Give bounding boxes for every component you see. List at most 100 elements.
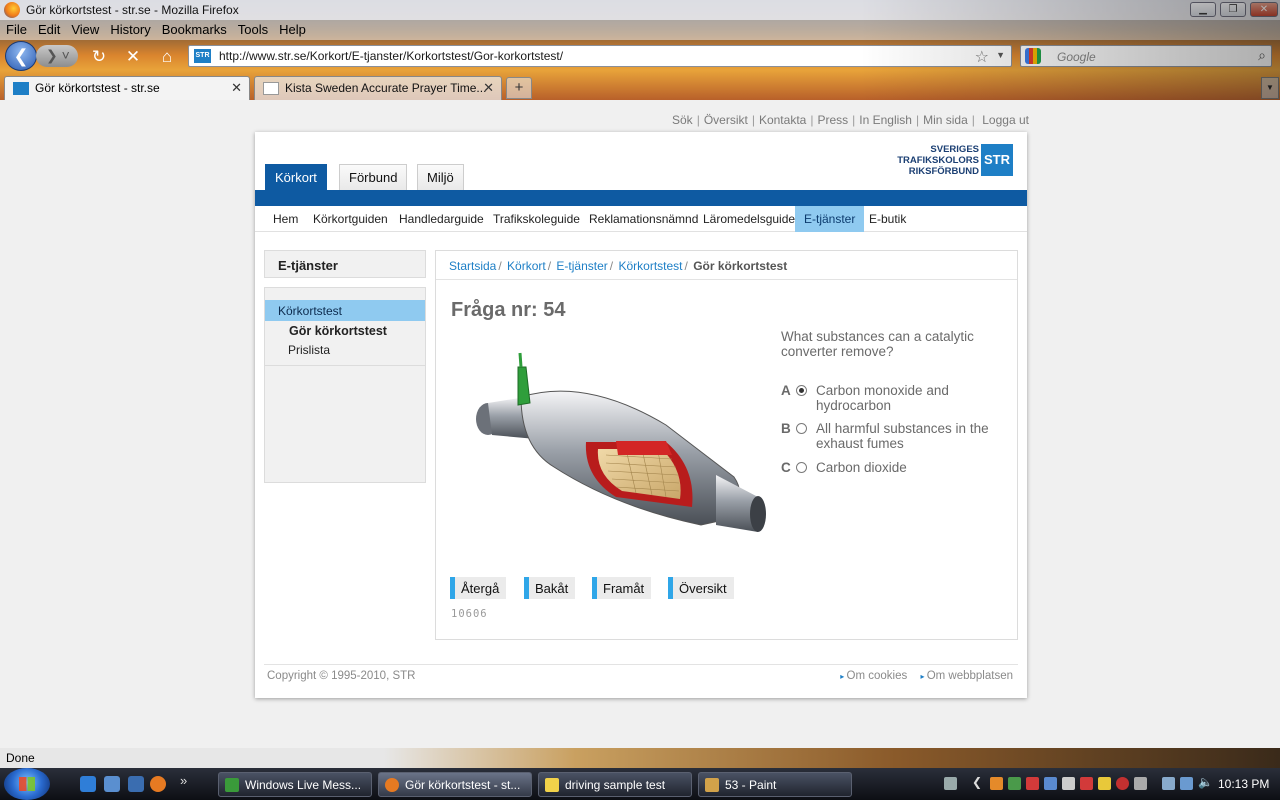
tab-korkort[interactable]: Körkort <box>265 164 327 190</box>
menu-bookmarks[interactable]: Bookmarks <box>156 20 232 37</box>
subnav-laromedelsguide[interactable]: Läromedelsguide <box>694 206 804 232</box>
radio-c[interactable] <box>796 462 807 473</box>
breadcrumb-korkort[interactable]: Körkort <box>507 259 546 273</box>
subnav-korkortguiden[interactable]: Körkortguiden <box>304 206 397 232</box>
close-tab-icon[interactable]: ✕ <box>231 80 242 96</box>
link-kontakta[interactable]: Kontakta <box>759 113 806 127</box>
menu-history[interactable]: History <box>104 20 155 37</box>
address-bar[interactable]: STR http://www.str.se/Korkort/E-tjanster… <box>188 45 1012 67</box>
sidebar-item-gor-korkortstest[interactable]: Gör körkortstest <box>265 324 425 338</box>
new-tab-button[interactable]: + <box>506 77 532 99</box>
link-in-english[interactable]: In English <box>859 113 912 127</box>
tray-app-6-icon[interactable] <box>1080 777 1093 790</box>
tray-app-4-icon[interactable] <box>1044 777 1057 790</box>
menu-edit[interactable]: Edit <box>32 20 65 37</box>
tab-miljo[interactable]: Miljö <box>417 164 464 190</box>
tab-prayer-times[interactable]: Kista Sweden Accurate Prayer Time... ✕ <box>254 76 502 100</box>
subnav-handledarguide[interactable]: Handledarguide <box>390 206 493 232</box>
clock[interactable]: 10:13 PM <box>1218 777 1269 791</box>
breadcrumb-current: Gör körkortstest <box>693 259 788 273</box>
battery-icon[interactable] <box>1162 777 1175 790</box>
breadcrumb-korkortstest[interactable]: Körkortstest <box>618 259 682 273</box>
minimize-button[interactable]: ▁ <box>1190 2 1216 17</box>
copyright-text: Copyright © 1995-2010, STR <box>267 670 416 682</box>
task-driving-sample-test[interactable]: driving sample test <box>538 772 692 797</box>
show-desktop-icon[interactable] <box>104 776 120 792</box>
menu-view[interactable]: View <box>65 20 104 37</box>
back-arrow-icon[interactable]: ❮ <box>5 41 37 71</box>
tab-strip: Gör körkortstest - str.se ✕ Kista Sweden… <box>0 76 1280 100</box>
str-logo-icon[interactable]: STR <box>981 144 1013 176</box>
sub-navigation: Hem Körkortguiden Handledarguide Trafiks… <box>255 206 1027 232</box>
tray-app-5-icon[interactable] <box>1062 777 1075 790</box>
google-icon[interactable] <box>1025 48 1041 64</box>
link-om-webbplatsen[interactable]: Om webbplatsen <box>920 670 1013 682</box>
link-logga-ut[interactable]: Logga ut <box>982 113 1029 127</box>
breadcrumb-e-tjanster[interactable]: E-tjänster <box>556 259 607 273</box>
maximize-button[interactable]: ❐ <box>1220 2 1246 17</box>
link-sok[interactable]: Sök <box>672 113 693 127</box>
firefox-quicklaunch-icon[interactable] <box>150 776 166 792</box>
tray-app-8-icon[interactable] <box>1116 777 1129 790</box>
subnav-e-butik[interactable]: E-butik <box>860 206 915 232</box>
oversikt-button[interactable]: Översikt <box>668 577 734 599</box>
home-icon[interactable]: ⌂ <box>156 46 178 68</box>
ie-icon[interactable] <box>80 776 96 792</box>
menu-tools[interactable]: Tools <box>232 20 273 37</box>
tray-app-7-icon[interactable] <box>1098 777 1111 790</box>
tray-app-2-icon[interactable] <box>1008 777 1021 790</box>
forward-arrow-icon[interactable]: ❯ ˅ <box>36 45 78 67</box>
sidebar-item-prislista[interactable]: Prislista <box>265 343 425 357</box>
subnav-reklamationsnamnd[interactable]: Reklamationsnämnd <box>580 206 707 232</box>
tab-list-icon[interactable]: ▼ <box>1261 77 1279 99</box>
close-tab-icon[interactable]: ✕ <box>483 80 494 96</box>
tray-app-9-icon[interactable] <box>1134 777 1147 790</box>
link-oversikt[interactable]: Översikt <box>704 113 748 127</box>
task-firefox[interactable]: Gör körkortstest - st... <box>378 772 532 797</box>
link-press[interactable]: Press <box>817 113 848 127</box>
url-text[interactable]: http://www.str.se/Korkort/E-tjanster/Kor… <box>219 49 563 63</box>
tab-forbund[interactable]: Förbund <box>339 164 408 190</box>
switch-windows-icon[interactable] <box>128 776 144 792</box>
stop-icon[interactable]: ✕ <box>122 46 144 68</box>
task-windows-live-messenger[interactable]: Windows Live Mess... <box>218 772 372 797</box>
bookmark-star-icon[interactable]: ☆ <box>975 47 989 67</box>
page-icon <box>263 82 279 95</box>
reload-icon[interactable]: ↻ <box>88 46 110 68</box>
link-om-cookies[interactable]: Om cookies <box>840 670 907 682</box>
keyboard-icon[interactable] <box>944 777 957 790</box>
subnav-trafikskoleguide[interactable]: Trafikskoleguide <box>484 206 589 232</box>
search-icon[interactable]: ⌕ <box>1258 47 1266 64</box>
task-paint[interactable]: 53 - Paint <box>698 772 852 797</box>
question-text: What substances can a catalytic converte… <box>781 329 974 359</box>
site-favicon-icon: STR <box>194 49 211 63</box>
search-input[interactable]: Google ⌕ <box>1020 45 1272 67</box>
framat-button[interactable]: Framåt <box>592 577 652 599</box>
radio-a[interactable] <box>796 385 807 396</box>
breadcrumb-startsida[interactable]: Startsida <box>449 259 496 273</box>
quicklaunch-more-icon[interactable]: » <box>180 773 187 788</box>
subnav-e-tjanster[interactable]: E-tjänster <box>795 206 865 232</box>
url-dropdown-icon[interactable]: ▼ <box>996 50 1005 60</box>
link-min-sida[interactable]: Min sida <box>923 113 968 127</box>
atergå-button[interactable]: Återgå <box>450 577 507 599</box>
tab-str[interactable]: Gör körkortstest - str.se ✕ <box>4 76 250 100</box>
page-viewport: Sök | Översikt | Kontakta | Press | In English | M… <box>0 100 1280 748</box>
tray-collapse-icon[interactable]: ❮ <box>972 775 985 789</box>
network-icon[interactable] <box>1180 777 1193 790</box>
volume-icon[interactable]: 🔈 <box>1198 775 1213 789</box>
str-logo-text[interactable]: SVERIGES TRAFIKSKOLORS RIKSFÖRBUND <box>891 144 979 177</box>
tray-app-1-icon[interactable] <box>990 777 1003 790</box>
bakat-button[interactable]: Bakåt <box>524 577 576 599</box>
start-button[interactable] <box>4 768 50 800</box>
subnav-hem[interactable]: Hem <box>264 206 307 232</box>
tray-app-3-icon[interactable] <box>1026 777 1039 790</box>
sidebar-item-korkortstest[interactable]: Körkortstest <box>265 300 425 321</box>
option-letter: A <box>781 383 791 398</box>
radio-b[interactable] <box>796 423 807 434</box>
menu-file[interactable]: File <box>0 20 32 37</box>
str-favicon-icon <box>13 82 29 95</box>
menu-help[interactable]: Help <box>273 20 311 37</box>
option-letter: C <box>781 460 791 475</box>
close-window-button[interactable]: ✕ <box>1250 2 1278 17</box>
